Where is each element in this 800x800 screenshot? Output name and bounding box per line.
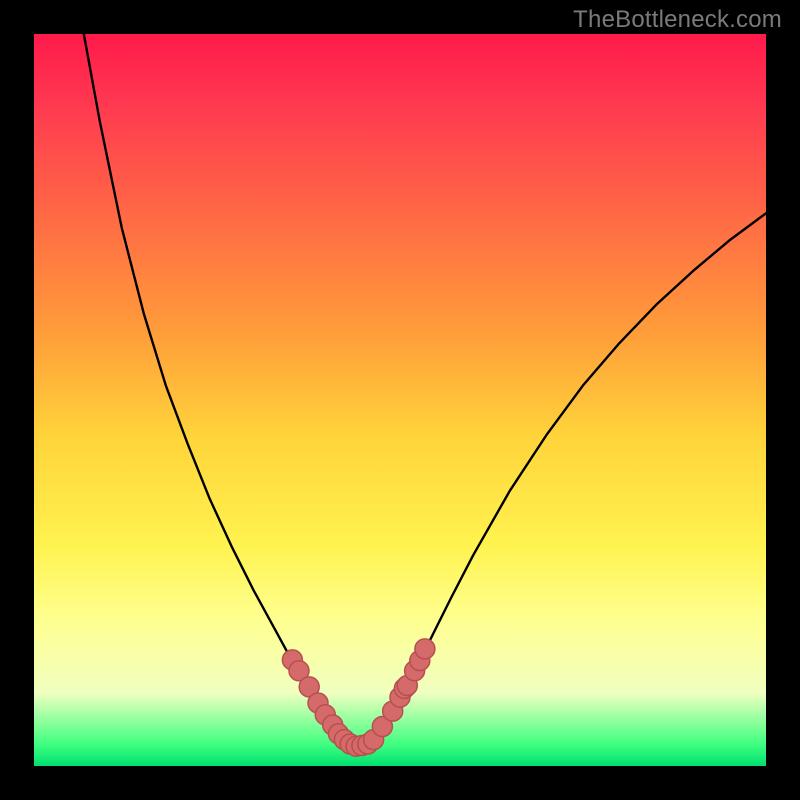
chart-frame: TheBottleneck.com bbox=[0, 0, 800, 800]
watermark-text: TheBottleneck.com bbox=[573, 6, 782, 34]
curve-svg bbox=[34, 34, 766, 766]
plot-area bbox=[34, 34, 766, 766]
bead-group bbox=[282, 639, 435, 756]
bead-marker bbox=[415, 639, 435, 659]
